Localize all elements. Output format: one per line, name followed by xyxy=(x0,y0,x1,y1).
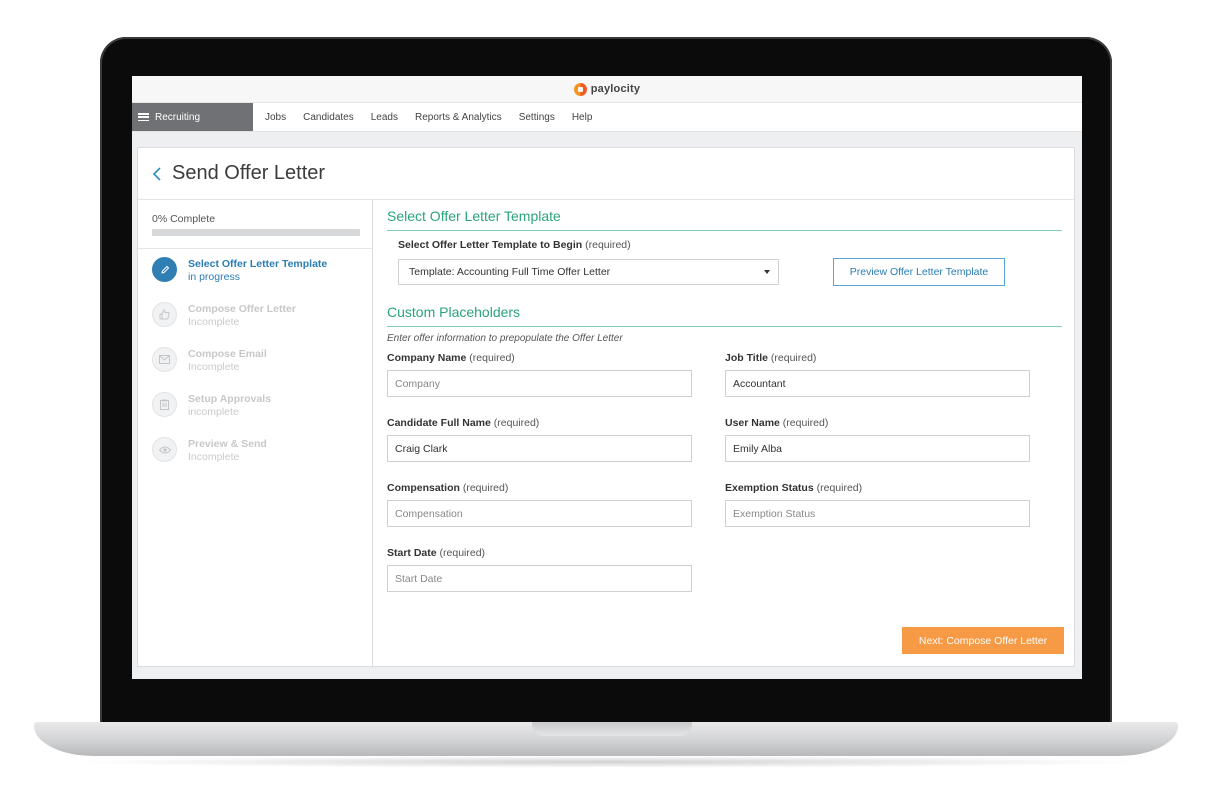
logo-text: paylocity xyxy=(590,83,641,95)
app-screen: paylocity Recruiting Jobs Candidates Lea… xyxy=(132,76,1082,679)
wizard-sidebar: 0% Complete Select Offer Letter Template… xyxy=(138,200,373,666)
template-section-title: Select Offer Letter Template xyxy=(387,208,1062,231)
user-name-field: User Name (required) Emily Alba xyxy=(725,417,1030,482)
compensation-input[interactable]: Compensation xyxy=(387,500,692,527)
exemption-status-input[interactable]: Exemption Status xyxy=(725,500,1030,527)
nav-items: Jobs Candidates Leads Reports & Analytic… xyxy=(265,112,592,123)
step-select-template[interactable]: Select Offer Letter Template in progress xyxy=(138,257,372,302)
nav-item-jobs[interactable]: Jobs xyxy=(265,112,286,123)
step-status: Incomplete xyxy=(188,451,240,463)
wizard-steps: Select Offer Letter Template in progress… xyxy=(138,249,372,482)
chevron-left-icon[interactable] xyxy=(152,166,164,181)
nav-item-settings[interactable]: Settings xyxy=(519,112,555,123)
placeholders-section-title: Custom Placeholders xyxy=(387,304,1062,327)
step-status: incomplete xyxy=(188,406,239,418)
template-select-row: Select Offer Letter Template to Begin (r… xyxy=(387,239,1062,286)
thumbs-up-icon xyxy=(152,302,177,327)
step-title: Compose Email xyxy=(188,348,267,360)
hamburger-icon xyxy=(138,113,149,121)
step-title: Setup Approvals xyxy=(188,393,272,405)
step-title: Preview & Send xyxy=(188,438,267,450)
step-title: Compose Offer Letter xyxy=(188,303,296,315)
placeholders-helper-text: Enter offer information to prepopulate t… xyxy=(387,333,623,344)
template-select[interactable]: Template: Accounting Full Time Offer Let… xyxy=(398,259,779,285)
nav-item-candidates[interactable]: Candidates xyxy=(303,112,354,123)
main-panel: Select Offer Letter Template Select Offe… xyxy=(373,200,1074,666)
step-status: Incomplete xyxy=(188,316,240,328)
job-title-input[interactable]: Accountant xyxy=(725,370,1030,397)
step-compose-email[interactable]: Compose Email Incomplete xyxy=(138,347,372,392)
step-title: Select Offer Letter Template xyxy=(188,258,328,270)
compensation-field: Compensation (required) Compensation xyxy=(387,482,692,547)
progress-bar xyxy=(152,229,360,236)
module-menu-button[interactable]: Recruiting xyxy=(132,103,253,131)
company-name-input[interactable]: Company xyxy=(387,370,692,397)
template-select-label: Select Offer Letter Template to Begin (r… xyxy=(398,239,631,251)
step-status: Incomplete xyxy=(188,361,240,373)
start-date-input[interactable]: Start Date xyxy=(387,565,692,592)
nav-item-leads[interactable]: Leads xyxy=(371,112,398,123)
laptop-shadow xyxy=(60,756,1154,768)
offer-letter-card: Send Offer Letter 0% Complete Select Off… xyxy=(137,147,1075,667)
preview-template-button[interactable]: Preview Offer Letter Template xyxy=(833,258,1005,286)
card-header: Send Offer Letter xyxy=(138,148,1074,200)
nav-item-help[interactable]: Help xyxy=(572,112,593,123)
job-title-field: Job Title (required) Accountant xyxy=(725,352,1030,417)
paylocity-logo[interactable]: paylocity xyxy=(573,82,641,96)
main-nav: Recruiting Jobs Candidates Leads Reports… xyxy=(132,103,1082,132)
card-body: 0% Complete Select Offer Letter Template… xyxy=(138,200,1074,666)
candidate-full-name-field: Candidate Full Name (required) Craig Cla… xyxy=(387,417,692,482)
caret-down-icon xyxy=(764,270,770,274)
clipboard-icon xyxy=(152,392,177,417)
step-compose-offer-letter[interactable]: Compose Offer Letter Incomplete xyxy=(138,302,372,347)
progress-label: 0% Complete xyxy=(152,213,216,225)
candidate-full-name-input[interactable]: Craig Clark xyxy=(387,435,692,462)
user-name-input[interactable]: Emily Alba xyxy=(725,435,1030,462)
next-compose-offer-letter-button[interactable]: Next: Compose Offer Letter xyxy=(902,627,1064,654)
paylocity-logo-icon xyxy=(573,82,587,96)
step-setup-approvals[interactable]: Setup Approvals incomplete xyxy=(138,392,372,437)
step-preview-send[interactable]: Preview & Send Incomplete xyxy=(138,437,372,482)
pencil-icon xyxy=(152,257,177,282)
placeholder-fields: Company Name (required) Company Job Titl… xyxy=(387,352,1062,612)
page-title: Send Offer Letter xyxy=(172,162,326,184)
eye-icon xyxy=(152,437,177,462)
module-label: Recruiting xyxy=(155,111,201,123)
company-name-field: Company Name (required) Company xyxy=(387,352,692,417)
laptop-notch xyxy=(532,722,692,736)
envelope-icon xyxy=(152,347,177,372)
progress-box: 0% Complete xyxy=(138,200,372,249)
brand-bar: paylocity xyxy=(132,76,1082,103)
nav-item-reports[interactable]: Reports & Analytics xyxy=(415,112,502,123)
step-status: in progress xyxy=(188,271,240,283)
start-date-field: Start Date (required) Start Date xyxy=(387,547,692,612)
exemption-status-field: Exemption Status (required) Exemption St… xyxy=(725,482,1030,547)
template-select-value: Template: Accounting Full Time Offer Let… xyxy=(409,266,611,278)
